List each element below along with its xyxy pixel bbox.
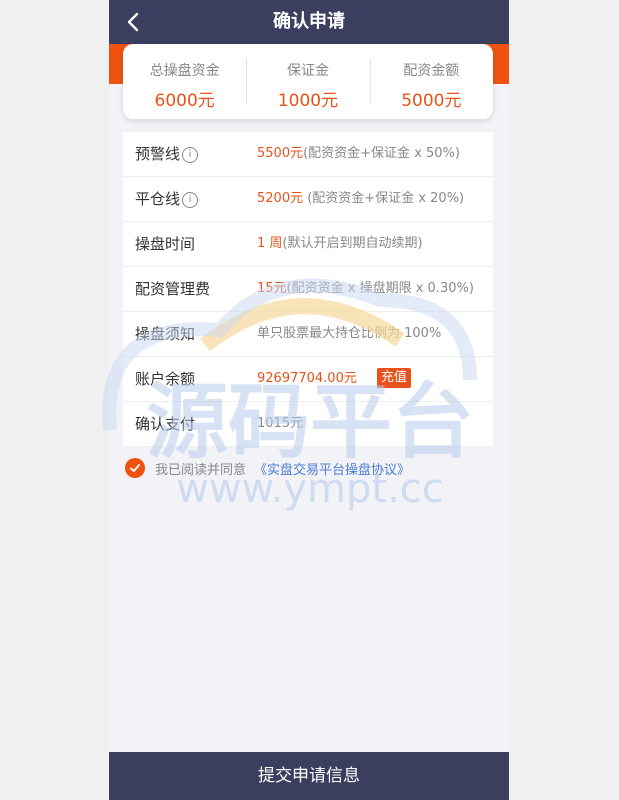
row-value-note: (默认开启到期自动续期): [282, 236, 423, 251]
top-bar: 确认申请: [109, 0, 509, 44]
row-warning-line: 预警线 i 5500元(配资资金+保证金 x 50%): [123, 132, 493, 177]
row-duration: 操盘时间 1 周(默认开启到期自动续期): [123, 222, 493, 267]
row-value: 92697704.00元 充值: [257, 357, 411, 401]
row-value-note: (配资资金+保证金 x 20%): [303, 191, 465, 206]
row-confirm-payment: 确认支付 1015元: [123, 402, 493, 447]
summary-label: 保证金: [286, 63, 329, 79]
recharge-button[interactable]: 充值: [376, 368, 411, 388]
row-value-amount: 1 周: [257, 236, 283, 251]
row-value: 单只股票最大持仓比例为 100%: [257, 312, 441, 356]
row-closeout-line: 平仓线 i 5200元 (配资资金+保证金 x 20%): [123, 177, 493, 222]
summary-value: 5000元: [401, 91, 462, 111]
row-label: 平仓线 i: [135, 177, 199, 221]
submit-button[interactable]: 提交申请信息: [109, 752, 509, 800]
summary-loan: 配资金额 5000元: [369, 44, 493, 119]
agreement-link[interactable]: 《实盘交易平台操盘协议》: [254, 459, 410, 478]
detail-list: 预警线 i 5500元(配资资金+保证金 x 50%) 平仓线 i 5200元 (配…: [123, 132, 493, 447]
row-label: 操盘时间: [135, 235, 196, 253]
row-value: 15元(配资资金 x 操盘期限 x 0.30%): [257, 267, 474, 311]
summary-card: 总操盘资金 6000元 保证金 1000元 配资金额 5000元: [123, 44, 493, 119]
row-label: 预警线 i: [135, 132, 199, 176]
agreement-text: 我已阅读并同意: [155, 462, 247, 478]
agreement-checkbox[interactable]: [125, 458, 145, 478]
row-label: 操盘须知: [135, 325, 196, 343]
row-value-note: 1015元: [257, 416, 304, 431]
agreement: 我已阅读并同意 《实盘交易平台操盘协议》: [125, 458, 410, 478]
summary-deposit: 保证金 1000元: [246, 44, 369, 119]
row-management-fee: 配资管理费 15元(配资资金 x 操盘期限 x 0.30%): [123, 267, 493, 312]
info-icon[interactable]: i: [182, 192, 199, 208]
summary-value: 1000元: [277, 91, 339, 111]
row-value-amount: 92697704.00元: [257, 371, 357, 386]
row-balance: 账户余额 92697704.00元 充值: [123, 357, 493, 402]
row-notice: 操盘须知 单只股票最大持仓比例为 100%: [123, 312, 493, 357]
summary-value: 6000元: [154, 91, 215, 111]
row-label: 账户余额: [135, 370, 196, 388]
checkmark-icon: [130, 464, 140, 472]
row-label: 确认支付: [135, 415, 196, 433]
row-value: 1 周(默认开启到期自动续期): [257, 222, 423, 266]
row-value-note: (配资资金 x 操盘期限 x 0.30%): [286, 281, 474, 296]
row-value-note: 单只股票最大持仓比例为 100%: [257, 326, 442, 341]
page-title: 确认申请: [273, 11, 345, 32]
summary-label: 配资金额: [403, 63, 460, 79]
row-label-text: 平仓线: [135, 190, 181, 208]
summary-label: 总操盘资金: [149, 63, 220, 79]
row-value-amount: 5200元: [257, 191, 304, 206]
phone-screen: 确认申请 总操盘资金 6000元 保证金 1000元 配资金额 5000元 预警…: [109, 0, 509, 800]
row-label: 配资管理费: [135, 280, 211, 298]
row-value-amount: 15元: [257, 281, 287, 296]
row-value: 1015元: [257, 402, 303, 446]
row-value-note: (配资资金+保证金 x 50%): [303, 146, 460, 161]
summary-total: 总操盘资金 6000元: [123, 44, 246, 119]
info-icon[interactable]: i: [182, 147, 199, 163]
row-value-amount: 5500元: [257, 146, 304, 161]
row-value: 5200元 (配资资金+保证金 x 20%): [257, 177, 464, 221]
row-label-text: 预警线: [135, 145, 181, 163]
row-value: 5500元(配资资金+保证金 x 50%): [257, 132, 460, 176]
